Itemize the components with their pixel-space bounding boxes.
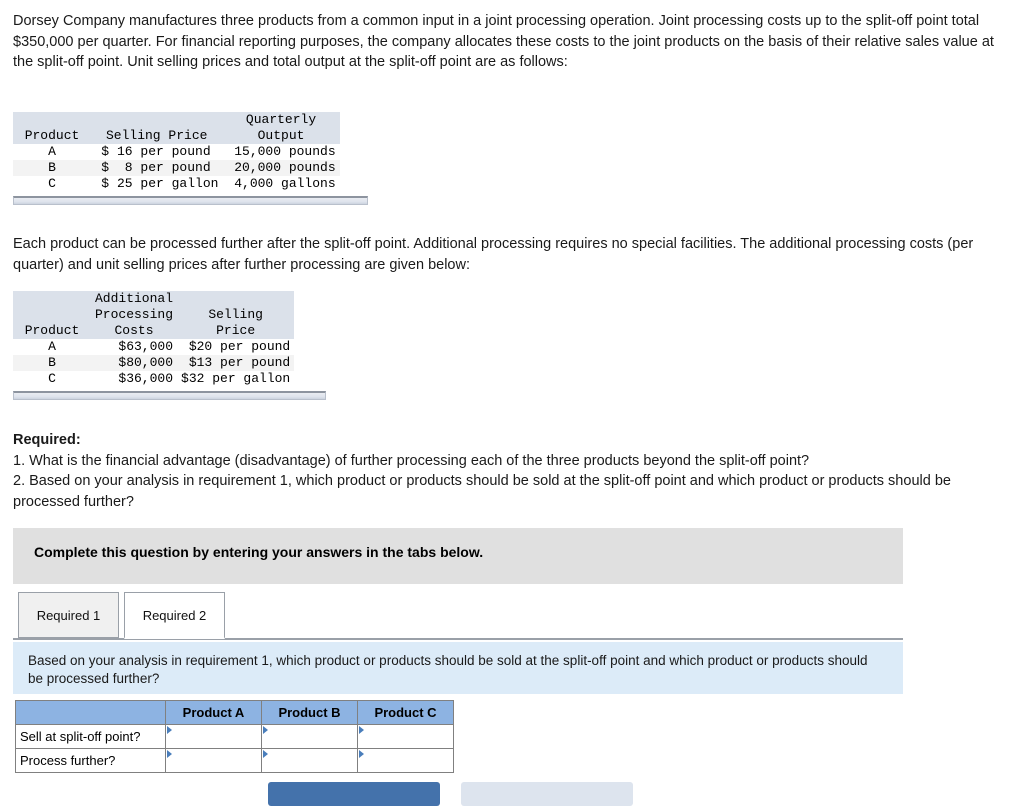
dropdown-marker-icon [359,750,364,758]
table2-header-blank-3 [13,307,91,323]
table1-r1-product: B [13,160,91,176]
table2-r0-product: A [13,339,91,355]
table1-header-blank-2 [91,112,113,128]
answer-cell-process-product-a[interactable] [165,748,262,773]
table1-header-selling-price: Selling Price [91,128,223,144]
tab-required-2[interactable]: Required 2 [124,592,225,639]
answer-table: Product A Product B Product C Sell at sp… [15,700,454,773]
required-item-2: 2. Based on your analysis in requirement… [13,473,951,510]
table2-header-blank-1 [13,291,91,307]
answer-table-col-product-b: Product B [261,700,358,725]
answer-row-label-sell-at-split-off: Sell at split-off point? [15,724,166,749]
table1-header-blank-3 [113,112,223,128]
required-item-1: 1. What is the financial advantage (disa… [13,452,810,469]
table2-r2-cost: $36,000 [91,371,178,387]
table1-header-row-top: Quarterly [13,112,340,128]
table1-r1-price: 8 per pound [113,160,223,176]
table1-r0-output: 15,000 pounds [222,144,340,160]
tab-required-1[interactable]: Required 1 [18,592,119,639]
table2-body: A $63,000 $20 per pound B $80,000 $13 pe… [13,339,295,387]
table2-header-price-line1: Selling [177,307,295,323]
answer-table-col-product-c: Product C [357,700,454,725]
table2-header-row-3: Product Costs Price [13,323,295,339]
answer-table-body: Sell at split-off point? Process further… [15,724,454,773]
secondary-action-button[interactable] [461,782,633,806]
instruction-banner: Complete this question by entering your … [13,528,903,584]
table-row: A $ 16 per pound 15,000 pounds [13,144,340,160]
dropdown-marker-icon [263,750,268,758]
table1-header-output-line1: Quarterly [222,112,340,128]
split-off-data-table: Quarterly Product Selling Price Output A… [13,112,340,192]
table2-header-costs-line1: Additional [91,291,178,307]
table2-header-row-2: Processing Selling [13,307,295,323]
table2-r2-price: $32 per gallon [177,371,295,387]
instruction-banner-text: Complete this question by entering your … [34,544,484,560]
table2-header-product: Product [13,323,91,339]
table1-header-output-line2: Output [222,128,340,144]
intro-paragraph: Dorsey Company manufactures three produc… [13,13,994,70]
table1-r2-currency: $ [91,176,113,192]
tab-required-2-label: Required 2 [142,607,207,623]
table-row: C $36,000 $32 per gallon [13,371,295,387]
table2-header-price-line2: Price [177,323,295,339]
answer-row-label-process-further: Process further? [15,748,166,773]
table1-r2-product: C [13,176,91,192]
table1-head: Quarterly Product Selling Price Output [13,112,340,144]
dropdown-marker-icon [263,726,268,734]
second-paragraph: Each product can be processed further af… [13,236,974,273]
answer-table-header-row: Product A Product B Product C [15,700,454,725]
table-row: Process further? [15,748,454,773]
table1-header-product: Product [13,128,91,144]
answer-cell-process-product-c[interactable] [357,748,454,773]
table-row: B $80,000 $13 per pound [13,355,295,371]
required-section: Required: 1. What is the financial advan… [13,430,998,512]
table1-r1-output: 20,000 pounds [222,160,340,176]
dropdown-marker-icon [167,750,172,758]
table2-header-costs-line3: Costs [91,323,178,339]
table1-r0-product: A [13,144,91,160]
table-row: C $ 25 per gallon 4,000 gallons [13,176,340,192]
table1-r2-output: 4,000 gallons [222,176,340,192]
table1-r0-price: 16 per pound [113,144,223,160]
table2-header-costs-line2: Processing [91,307,178,323]
table1-header-row-main: Product Selling Price Output [13,128,340,144]
table-row: Sell at split-off point? [15,724,454,749]
table1-scrollbar[interactable] [13,196,368,205]
answer-table-col-product-a: Product A [165,700,262,725]
dropdown-marker-icon [167,726,172,734]
required-title: Required: [13,432,81,448]
question-info-text: Based on your analysis in requirement 1,… [28,653,868,686]
answer-cell-sell-product-a[interactable] [165,724,262,749]
table2-r1-cost: $80,000 [91,355,178,371]
primary-action-button[interactable] [268,782,440,806]
table1-header-blank-1 [13,112,91,128]
dropdown-marker-icon [359,726,364,734]
table2-r0-price: $20 per pound [177,339,295,355]
further-processing-data-table: Additional Processing Selling Product Co… [13,291,295,387]
table1-r1-currency: $ [91,160,113,176]
table1-r0-currency: $ [91,144,113,160]
table2-header-row-1: Additional [13,291,295,307]
tab-bar: Required 1 Required 2 [13,592,903,640]
table2-r1-price: $13 per pound [177,355,295,371]
table2-scrollbar[interactable] [13,391,326,400]
table2-r0-cost: $63,000 [91,339,178,355]
table2-r1-product: B [13,355,91,371]
table2-head: Additional Processing Selling Product Co… [13,291,295,339]
answer-cell-sell-product-c[interactable] [357,724,454,749]
question-info-box: Based on your analysis in requirement 1,… [13,642,903,694]
answer-cell-sell-product-b[interactable] [261,724,358,749]
table-row: B $ 8 per pound 20,000 pounds [13,160,340,176]
answer-table-head: Product A Product B Product C [15,700,454,725]
table1-r2-price: 25 per gallon [113,176,223,192]
answer-table-corner [15,700,166,725]
table-row: A $63,000 $20 per pound [13,339,295,355]
table2-header-blank-2 [177,291,295,307]
tab-required-1-label: Required 1 [36,607,101,623]
table2-r2-product: C [13,371,91,387]
table1-body: A $ 16 per pound 15,000 pounds B $ 8 per… [13,144,340,192]
answer-cell-process-product-b[interactable] [261,748,358,773]
